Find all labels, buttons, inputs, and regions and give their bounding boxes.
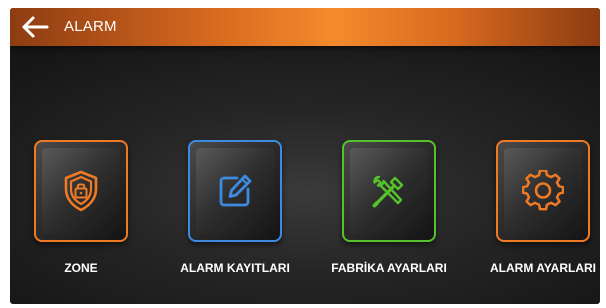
- edit-icon: [219, 174, 252, 207]
- page-title: ALARM: [64, 18, 117, 35]
- alarm-records-label: ALARM KAYITLARI: [180, 261, 290, 275]
- shield-lock-icon: [64, 170, 98, 212]
- header-bar: ALARM: [10, 8, 600, 46]
- zone-label: ZONE: [64, 261, 98, 275]
- back-button[interactable]: [20, 15, 50, 39]
- arrow-left-icon: [22, 16, 49, 38]
- zone-tile[interactable]: [34, 140, 128, 242]
- gear-icon: [522, 170, 564, 211]
- alarm-settings-tile[interactable]: [496, 140, 590, 242]
- factory-settings-label: FABRİKA AYARLARI: [331, 261, 447, 275]
- tools-icon: [372, 175, 404, 208]
- factory-settings-tile[interactable]: [342, 140, 436, 242]
- alarm-screen: ALARM ZONE ALARM KAYITLARI FABRİKA AYARL…: [10, 8, 600, 304]
- alarm-records-tile[interactable]: [188, 140, 282, 242]
- alarm-settings-label: ALARM AYARLARI: [489, 261, 596, 275]
